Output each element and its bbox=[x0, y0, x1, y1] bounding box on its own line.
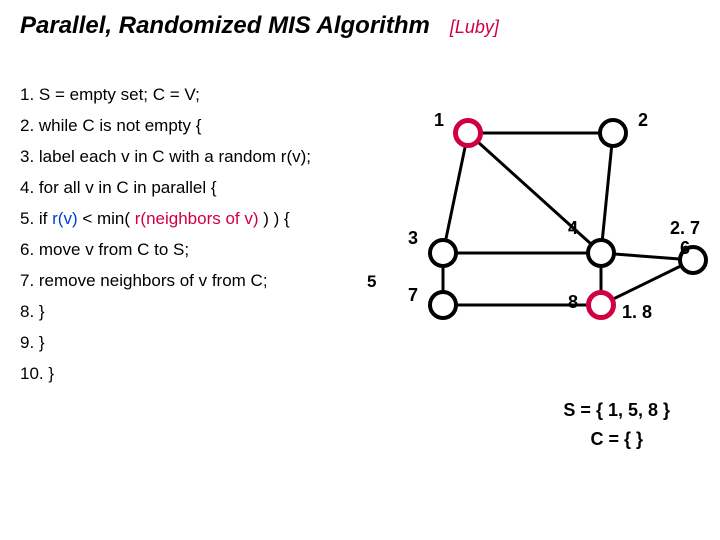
node-label: 7 bbox=[408, 285, 418, 306]
node-label: 4 bbox=[568, 218, 578, 239]
node-label: 6 bbox=[680, 238, 690, 259]
node-7 bbox=[428, 290, 458, 320]
node-label: 1 bbox=[434, 110, 444, 131]
graph-edges bbox=[408, 100, 708, 360]
node-1 bbox=[453, 118, 483, 148]
node-label: 1. 8 bbox=[622, 302, 652, 323]
state-c: C = { } bbox=[563, 429, 670, 450]
graph-figure: 1 2 3 4 7 8 1. 8 2. 76 bbox=[408, 100, 708, 380]
state-s: S = { 1, 5, 8 } bbox=[563, 400, 670, 421]
node-4 bbox=[586, 238, 616, 268]
state-block: S = { 1, 5, 8 } C = { } bbox=[563, 400, 670, 450]
page-title: Parallel, Randomized MIS Algorithm bbox=[20, 12, 430, 40]
node-label: 3 bbox=[408, 228, 418, 249]
floating-label-5: 5 bbox=[367, 272, 376, 292]
node-2 bbox=[598, 118, 628, 148]
node-label: 2 bbox=[638, 110, 648, 131]
node-label: 2. 7 bbox=[670, 218, 700, 239]
node-3 bbox=[428, 238, 458, 268]
node-8 bbox=[586, 290, 616, 320]
citation: [Luby] bbox=[450, 17, 499, 38]
node-label: 8 bbox=[568, 292, 578, 313]
